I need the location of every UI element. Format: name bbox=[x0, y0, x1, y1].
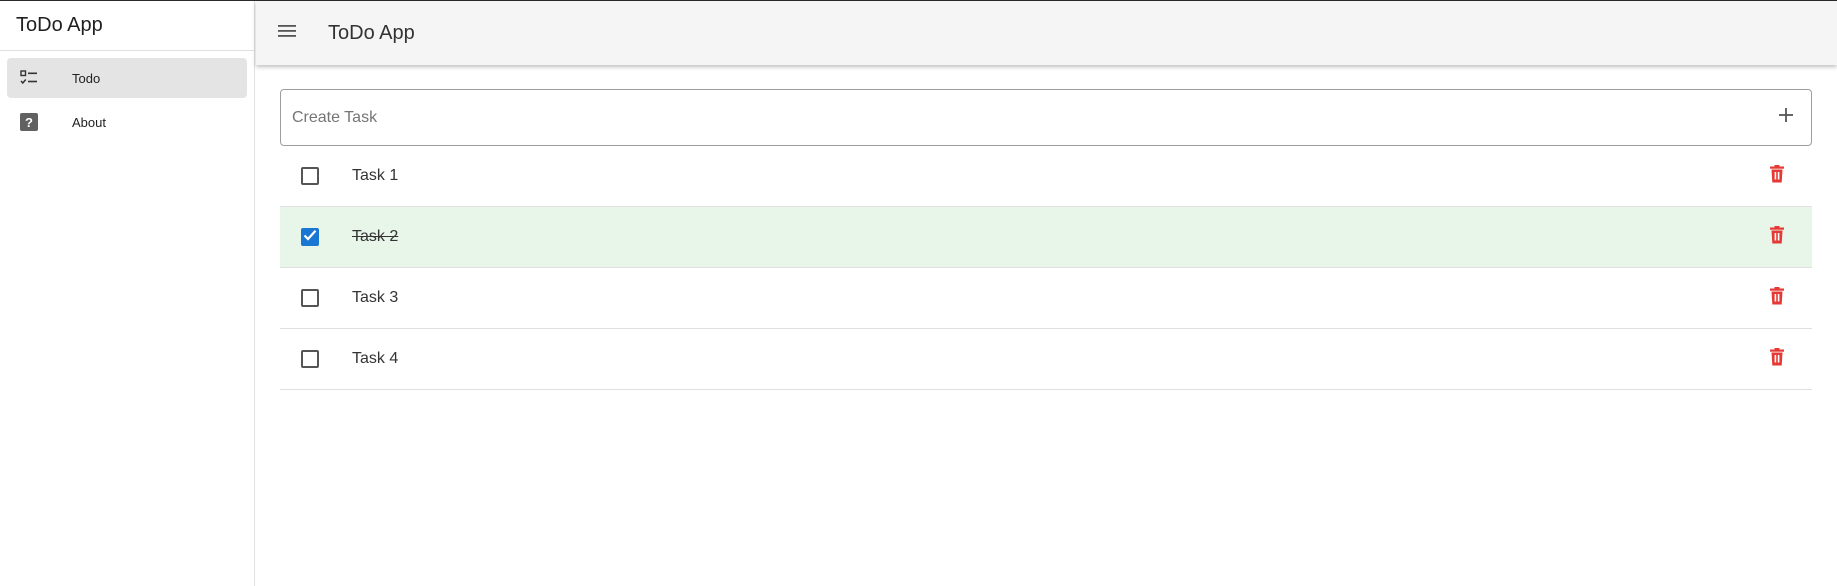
task-checkbox[interactable] bbox=[301, 289, 319, 307]
task-row: Task 3 bbox=[280, 268, 1812, 329]
task-label: Task 2 bbox=[352, 228, 399, 245]
page-title: ToDo App bbox=[328, 21, 415, 44]
menu-button[interactable] bbox=[259, 5, 315, 61]
main-content: Task 1 bbox=[280, 89, 1812, 390]
sidebar-item-todo[interactable]: Todo bbox=[7, 58, 247, 98]
task-label: Task 3 bbox=[352, 289, 399, 306]
checklist-icon bbox=[19, 68, 39, 88]
check-icon bbox=[303, 228, 317, 246]
task-row: Task 4 bbox=[280, 329, 1812, 390]
sidebar-item-label: Todo bbox=[72, 70, 101, 86]
task-label: Task 1 bbox=[352, 167, 399, 184]
sidebar-item-about[interactable]: ? About bbox=[7, 102, 247, 142]
delete-task-button[interactable] bbox=[1765, 286, 1789, 310]
trash-icon bbox=[1769, 225, 1785, 249]
sidebar-title: ToDo App bbox=[0, 1, 254, 51]
task-checkbox[interactable] bbox=[301, 350, 319, 368]
create-task-input[interactable] bbox=[292, 108, 1774, 127]
checkbox-cell bbox=[280, 167, 336, 185]
plus-icon bbox=[1778, 107, 1794, 128]
help-icon: ? bbox=[19, 112, 39, 132]
sidebar-item-label: About bbox=[72, 114, 106, 130]
trash-icon bbox=[1769, 347, 1785, 371]
svg-text:?: ? bbox=[25, 115, 33, 130]
sidebar-nav: Todo ? About bbox=[0, 51, 254, 153]
task-list: Task 1 Task 2 Task 3 Task 4 bbox=[280, 146, 1812, 390]
add-task-button[interactable] bbox=[1774, 106, 1798, 130]
delete-task-button[interactable] bbox=[1765, 347, 1789, 371]
create-task-field bbox=[280, 89, 1812, 146]
app-header: ToDo App bbox=[256, 1, 1837, 65]
task-row: Task 1 bbox=[280, 146, 1812, 207]
task-label: Task 4 bbox=[352, 350, 399, 367]
task-row: Task 2 bbox=[280, 207, 1812, 268]
checkbox-cell bbox=[280, 228, 336, 246]
checkbox-cell bbox=[280, 289, 336, 307]
task-checkbox[interactable] bbox=[301, 167, 319, 185]
sidebar: ToDo App Todo ? About bbox=[0, 1, 255, 586]
menu-icon bbox=[277, 24, 297, 43]
trash-icon bbox=[1769, 164, 1785, 188]
trash-icon bbox=[1769, 286, 1785, 310]
task-checkbox[interactable] bbox=[301, 228, 319, 246]
delete-task-button[interactable] bbox=[1765, 225, 1789, 249]
app-root: ToDo App Todo ? About ToDo App Create Ta… bbox=[0, 0, 1837, 586]
delete-task-button[interactable] bbox=[1765, 164, 1789, 188]
checkbox-cell bbox=[280, 350, 336, 368]
